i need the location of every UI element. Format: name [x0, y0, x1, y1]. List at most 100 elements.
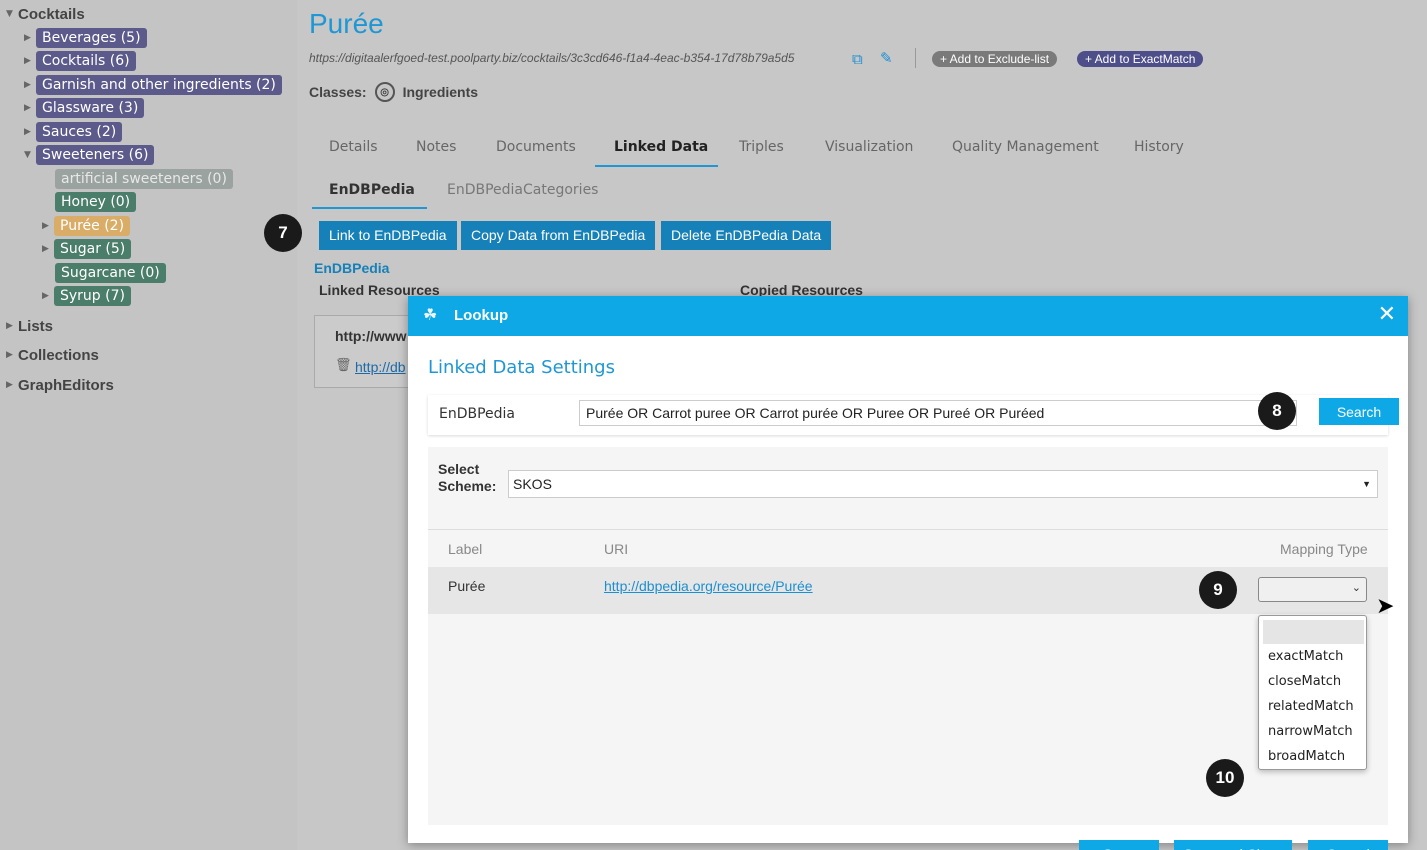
- caret-right-icon[interactable]: ▶: [42, 291, 54, 301]
- tree-node-cocktails[interactable]: ▶ Cocktails (6): [24, 50, 136, 72]
- tree-node-sauces[interactable]: ▶ Sauces (2): [24, 121, 123, 143]
- edit-icon[interactable]: ✎: [880, 49, 893, 67]
- add-to-exactmatch-button[interactable]: + Add to ExactMatch: [1077, 51, 1204, 67]
- row-uri-link[interactable]: http://dbpedia.org/resource/Purée: [604, 578, 813, 594]
- endbpedia-heading: EnDBPedia: [314, 260, 390, 276]
- delete-data-button[interactable]: Delete EnDBPedia Data: [661, 221, 832, 250]
- step-marker-9: 9: [1199, 571, 1237, 609]
- trash-icon[interactable]: 🗑: [335, 358, 352, 373]
- tree-root-label[interactable]: Lists: [18, 318, 53, 335]
- class-name[interactable]: Ingredients: [403, 84, 478, 100]
- tree-node-beverages[interactable]: ▶ Beverages (5): [24, 27, 147, 49]
- tree-node-label[interactable]: artificial sweeteners (0): [55, 169, 233, 189]
- tree-node-sugar[interactable]: ▶ Sugar (5): [42, 238, 132, 260]
- column-header-label: Label: [448, 541, 483, 557]
- scheme-select-value: SKOS: [513, 476, 552, 492]
- mapping-option-closematch[interactable]: closeMatch: [1268, 674, 1341, 689]
- tree-node-label[interactable]: Garnish and other ingredients (2): [36, 75, 282, 95]
- caret-right-icon[interactable]: ▶: [6, 380, 18, 390]
- classes-row: Classes: ◎ Ingredients: [309, 82, 478, 102]
- tree-node-sweeteners[interactable]: ▼ Sweeteners (6): [24, 144, 155, 166]
- cancel-button[interactable]: Cancel: [1308, 840, 1388, 850]
- tree-node-honey[interactable]: Honey (0): [55, 191, 137, 213]
- tab-visualization[interactable]: Visualization: [825, 139, 913, 155]
- add-to-exclude-list-button[interactable]: + Add to Exclude-list: [932, 51, 1058, 67]
- dialog-header: ☘ Lookup ✕: [408, 296, 1408, 336]
- tab-documents[interactable]: Documents: [496, 139, 576, 155]
- tab-details[interactable]: Details: [329, 139, 378, 155]
- tree-root-lists[interactable]: ▶ Lists: [6, 315, 53, 337]
- copy-data-button[interactable]: Copy Data from EnDBPedia: [461, 221, 656, 250]
- save-and-close-button[interactable]: Save and Close: [1174, 840, 1292, 850]
- search-input[interactable]: [579, 400, 1297, 426]
- linked-resource-card: http://www 🗑 http://db: [314, 315, 414, 388]
- dialog-title: Lookup: [454, 307, 509, 324]
- tree-root-collections[interactable]: ▶ Collections: [6, 344, 99, 366]
- search-button[interactable]: Search: [1319, 398, 1399, 425]
- tab-linked-data[interactable]: Linked Data: [614, 139, 708, 155]
- results-panel: Select Scheme: SKOS ▼ Label URI Mapping …: [428, 447, 1388, 825]
- tree-node-syrup[interactable]: ▶ Syrup (7): [42, 285, 131, 307]
- mapping-option-empty[interactable]: [1263, 620, 1364, 644]
- subtab-endbpedia-categories[interactable]: EnDBPediaCategories: [447, 182, 598, 198]
- mapping-type-select[interactable]: ⌄: [1258, 577, 1367, 602]
- tab-notes[interactable]: Notes: [416, 139, 456, 155]
- mapping-option-exactmatch[interactable]: exactMatch: [1268, 649, 1343, 664]
- results-table: Label URI Mapping Type Purée http://dbpe…: [428, 529, 1388, 770]
- tree-root-grapheditors[interactable]: ▶ GraphEditors: [6, 374, 114, 396]
- tree-node-garnish[interactable]: ▶ Garnish and other ingredients (2): [24, 74, 282, 96]
- caret-right-icon[interactable]: ▶: [42, 244, 54, 254]
- column-header-uri: URI: [604, 541, 629, 557]
- caret-right-icon[interactable]: ▶: [24, 80, 36, 90]
- tree-node-label[interactable]: Honey (0): [55, 192, 137, 212]
- tab-quality-management[interactable]: Quality Management: [952, 139, 1099, 155]
- caret-down-icon[interactable]: ▼: [6, 9, 18, 19]
- chevron-down-icon: ⌄: [1351, 581, 1361, 594]
- tab-history[interactable]: History: [1134, 139, 1184, 155]
- tree-node-label[interactable]: Sugarcane (0): [55, 263, 166, 283]
- tree-root-label[interactable]: Collections: [18, 347, 99, 364]
- tree-node-label[interactable]: Purée (2): [54, 216, 131, 236]
- caret-right-icon[interactable]: ▶: [6, 321, 18, 331]
- caret-right-icon[interactable]: ▶: [24, 127, 36, 137]
- divider: [915, 48, 916, 68]
- mapping-option-broadmatch[interactable]: broadMatch: [1268, 749, 1345, 764]
- save-button[interactable]: Save: [1079, 840, 1159, 850]
- tree-node-label[interactable]: Beverages (5): [36, 28, 147, 48]
- scheme-select[interactable]: SKOS ▼: [508, 470, 1378, 498]
- tree-node-label[interactable]: Glassware (3): [36, 98, 145, 118]
- step-marker-8: 8: [1258, 392, 1296, 430]
- caret-right-icon[interactable]: ▶: [6, 350, 18, 360]
- caret-right-icon[interactable]: ▶: [24, 103, 36, 113]
- tree-node-glassware[interactable]: ▶ Glassware (3): [24, 97, 145, 119]
- tree-root-cocktails[interactable]: ▼ Cocktails: [6, 3, 85, 25]
- mapping-option-relatedmatch[interactable]: relatedMatch: [1268, 699, 1354, 714]
- mapping-option-narrowmatch[interactable]: narrowMatch: [1268, 724, 1353, 739]
- tree-root-label[interactable]: GraphEditors: [18, 377, 114, 394]
- tree-node-label[interactable]: Cocktails (6): [36, 51, 136, 71]
- tree-node-artificial-sweeteners[interactable]: artificial sweeteners (0): [55, 168, 233, 190]
- tree-node-label[interactable]: Sweeteners (6): [36, 145, 155, 165]
- close-icon[interactable]: ✕: [1378, 302, 1396, 327]
- link-to-endbpedia-button[interactable]: Link to EnDBPedia: [319, 221, 457, 250]
- copy-icon[interactable]: ⧉: [852, 50, 863, 68]
- caret-right-icon[interactable]: ▶: [24, 33, 36, 43]
- tree-node-label[interactable]: Sauces (2): [36, 122, 123, 142]
- caret-right-icon[interactable]: ▶: [42, 221, 54, 231]
- concept-tree-sidebar: ▼ Cocktails ▶ Beverages (5) ▶ Cocktails …: [0, 0, 297, 850]
- caret-down-icon[interactable]: ▼: [24, 150, 36, 160]
- poolparty-logo-icon: ☘: [423, 305, 438, 324]
- search-row: EnDBPedia Search: [428, 395, 1399, 435]
- caret-right-icon[interactable]: ▶: [24, 56, 36, 66]
- tree-node-sugarcane[interactable]: Sugarcane (0): [55, 262, 166, 284]
- tree-root-label[interactable]: Cocktails: [18, 6, 85, 23]
- tree-node-label[interactable]: Syrup (7): [54, 286, 131, 306]
- subtab-endbpedia[interactable]: EnDBPedia: [329, 182, 415, 198]
- resource-link[interactable]: http://db: [355, 359, 406, 375]
- tree-node-label[interactable]: Sugar (5): [54, 239, 132, 259]
- active-subtab-indicator: [312, 207, 427, 209]
- mouse-cursor-icon: ➤: [1376, 594, 1395, 619]
- tree-node-puree[interactable]: ▶ Purée (2): [42, 215, 131, 237]
- dialog-body: Linked Data Settings EnDBPedia Search Se…: [428, 336, 1399, 850]
- tab-triples[interactable]: Triples: [739, 139, 784, 155]
